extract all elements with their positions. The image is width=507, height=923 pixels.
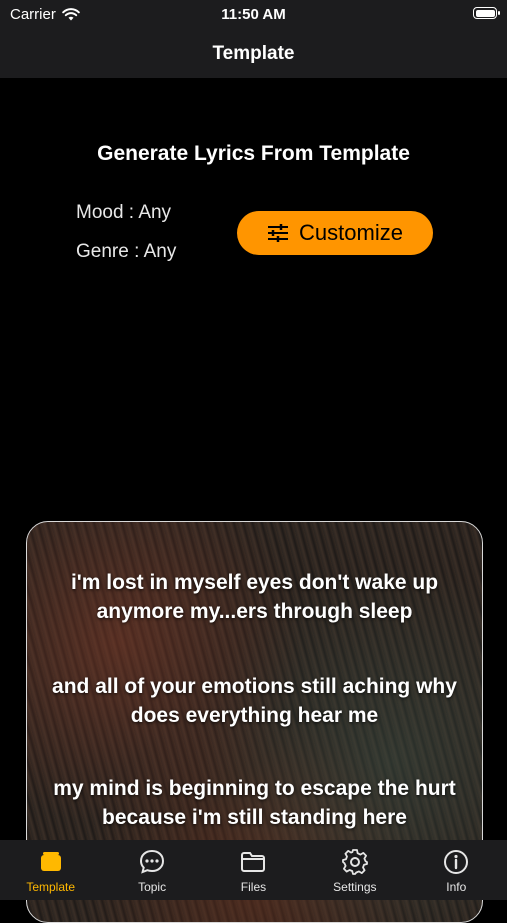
mood-label: Mood : Any [76, 202, 172, 223]
tab-info[interactable]: Info [406, 840, 507, 894]
page-title: Template [212, 43, 295, 64]
template-icon [40, 852, 61, 871]
customize-button-label: Customize [299, 220, 403, 245]
tab-label: Template [26, 880, 76, 894]
navigation-bar: Template [0, 30, 507, 78]
tab-template[interactable]: Template [0, 840, 101, 894]
clock: 11:50 AM [221, 6, 286, 23]
tab-files[interactable]: Files [203, 840, 304, 894]
tab-label: Topic [138, 880, 167, 894]
lyric-stanza: and all of your emotions still aching wh… [52, 675, 457, 727]
customize-button[interactable]: Customize [237, 211, 433, 255]
info-icon [444, 850, 469, 874]
battery-icon [473, 7, 500, 19]
gear-icon [341, 849, 368, 875]
tab-label: Settings [333, 880, 377, 894]
status-bar: Carrier 11:50 AM [0, 0, 507, 30]
tab-label: Info [446, 880, 467, 894]
lyric-stanza: my mind is beginning to escape the hurt … [53, 777, 456, 829]
tab-bar: Template Topic Files Settings Info [0, 840, 507, 900]
chat-bubble-icon [140, 849, 165, 874]
sliders-icon [268, 224, 289, 242]
genre-label: Genre : Any [76, 241, 177, 262]
tab-label: Files [240, 880, 267, 894]
tab-topic[interactable]: Topic [102, 840, 203, 894]
tab-settings[interactable]: Settings [304, 840, 405, 894]
generate-heading: Generate Lyrics From Template [97, 142, 410, 165]
lyric-stanza: i'm lost in myself eyes don't wake up an… [70, 571, 439, 623]
folder-icon [241, 852, 266, 872]
battery-level [475, 9, 495, 17]
